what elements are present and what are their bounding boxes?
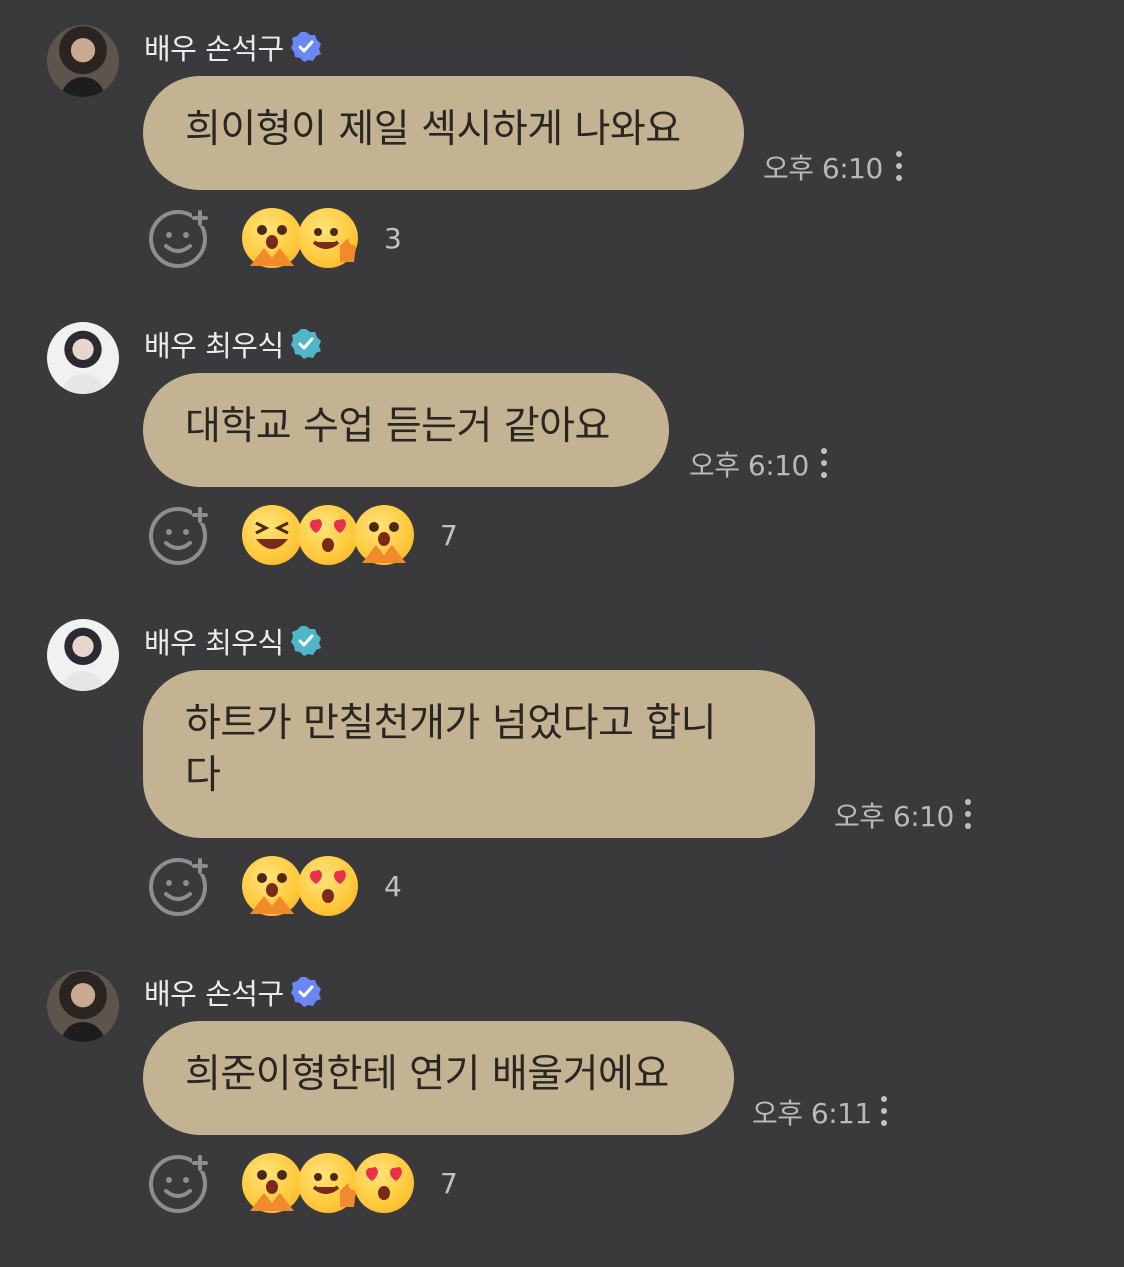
- heart-eyes-emoji[interactable]: [298, 856, 358, 916]
- verified-badge-icon: [290, 977, 321, 1007]
- reactions-row: 7: [148, 504, 458, 566]
- reactions-row: 7: [148, 1152, 458, 1214]
- more-options-icon[interactable]: [819, 448, 829, 482]
- more-options-icon[interactable]: [894, 151, 904, 185]
- timestamp: 오후 6:10: [689, 449, 809, 482]
- reactions-row: 4: [148, 855, 402, 917]
- laughing-squint-emoji[interactable]: [242, 505, 302, 565]
- author-name: 배우 손석구: [144, 977, 284, 1011]
- more-options-icon[interactable]: [879, 1096, 889, 1130]
- reaction-count: 7: [440, 1166, 458, 1200]
- thumbs-up-face-emoji[interactable]: [298, 1153, 358, 1213]
- message-bubble[interactable]: 하트가 만칠천개가 넘었다고 합니 다: [143, 670, 815, 838]
- reaction-count: 3: [384, 221, 402, 255]
- crying-hands-emoji[interactable]: [242, 856, 302, 916]
- add-reaction-icon[interactable]: [148, 855, 210, 917]
- message-bubble[interactable]: 희이형이 제일 섹시하게 나와요: [143, 76, 744, 190]
- author-name: 배우 손석구: [144, 32, 284, 66]
- avatar[interactable]: [47, 322, 119, 394]
- add-reaction-icon[interactable]: [148, 504, 210, 566]
- reaction-count: 4: [384, 869, 402, 903]
- timestamp: 오후 6:10: [763, 152, 883, 185]
- more-options-icon[interactable]: [963, 799, 973, 833]
- author-name: 배우 최우식: [144, 626, 284, 660]
- message-bubble[interactable]: 희준이형한테 연기 배울거에요: [143, 1021, 734, 1135]
- add-reaction-icon[interactable]: [148, 1152, 210, 1214]
- reaction-count: 7: [440, 518, 458, 552]
- timestamp: 오후 6:10: [834, 800, 954, 833]
- heart-eyes-emoji[interactable]: [354, 1153, 414, 1213]
- author-name: 배우 최우식: [144, 329, 284, 363]
- avatar[interactable]: [47, 619, 119, 691]
- crying-hands-emoji[interactable]: [242, 1153, 302, 1213]
- verified-badge-icon: [290, 329, 321, 359]
- message-bubble[interactable]: 대학교 수업 듣는거 같아요: [143, 373, 669, 487]
- verified-badge-icon: [290, 32, 321, 62]
- timestamp: 오후 6:11: [752, 1097, 872, 1130]
- heart-eyes-emoji[interactable]: [298, 505, 358, 565]
- verified-badge-icon: [290, 626, 321, 656]
- reactions-row: 3: [148, 207, 402, 269]
- avatar[interactable]: [47, 970, 119, 1042]
- crying-hands-emoji[interactable]: [354, 505, 414, 565]
- add-reaction-icon[interactable]: [148, 207, 210, 269]
- avatar[interactable]: [47, 25, 119, 97]
- thumbs-up-face-emoji[interactable]: [298, 208, 358, 268]
- crying-hands-emoji[interactable]: [242, 208, 302, 268]
